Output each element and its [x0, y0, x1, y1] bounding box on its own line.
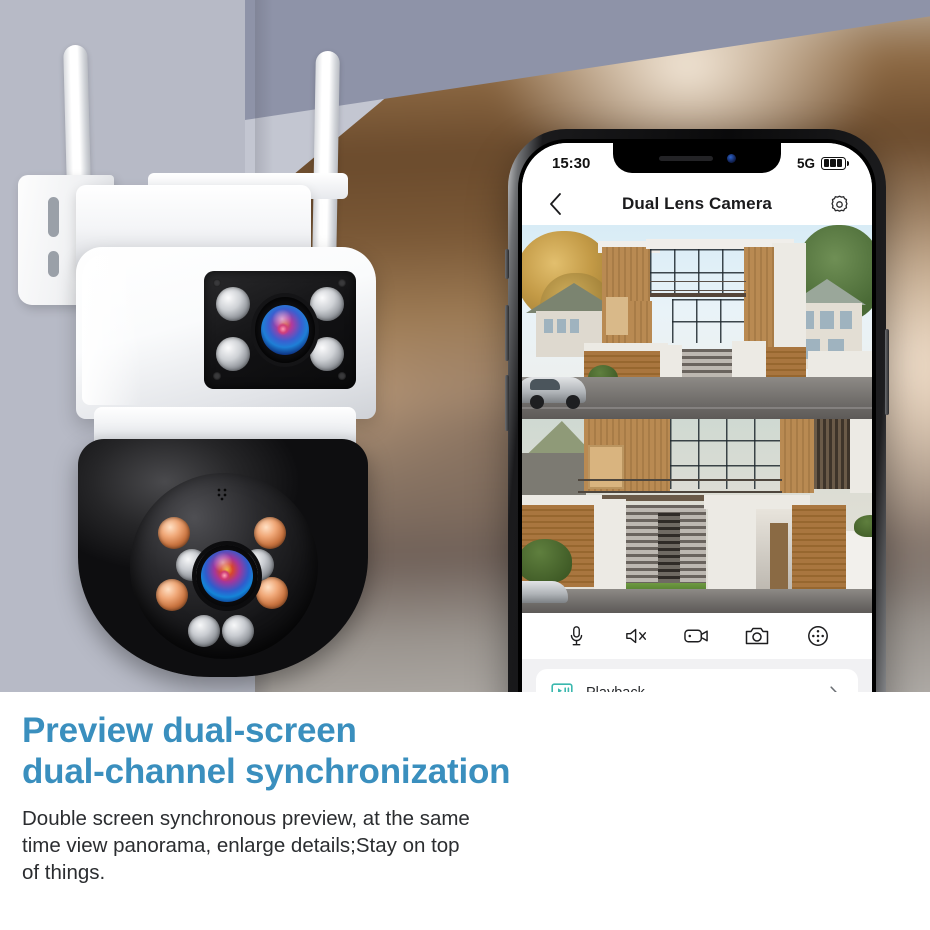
chevron-left-icon[interactable]: [540, 189, 570, 219]
network-label: 5G: [796, 155, 815, 171]
amber-ir-led: [254, 517, 286, 549]
bracket-slot: [48, 251, 59, 277]
amber-ir-led: [156, 579, 188, 611]
earpiece-speaker-icon: [658, 155, 713, 161]
lower-lens-glass: [201, 550, 253, 602]
video-record-icon[interactable]: [680, 619, 714, 653]
feature-menu-list: Playback Light al: [522, 659, 872, 692]
ir-led: [310, 337, 344, 371]
amber-ir-led: [158, 517, 190, 549]
battery-icon: [821, 156, 849, 170]
ir-led: [216, 337, 250, 371]
menu-item-label: Playback: [586, 685, 830, 692]
white-led: [222, 615, 254, 647]
driveway-ground: [522, 589, 872, 613]
front-door: [770, 523, 788, 589]
microphone-grille-icon: [216, 487, 232, 501]
headline: Preview dual-screen dual-channel synchro…: [22, 710, 908, 793]
phone-volume-up-button[interactable]: [505, 305, 509, 361]
camera-upper-housing: [76, 247, 376, 419]
car-wheel: [566, 395, 580, 409]
product-camera: [18, 35, 438, 677]
house-wood-panel: [744, 247, 774, 355]
phone-mockup: 15:30 5G Dual Lens Camera: [505, 129, 889, 692]
body-line-1: Double screen synchronous preview, at th…: [22, 806, 470, 830]
ptz-ball: [130, 473, 318, 659]
car-window: [530, 379, 560, 390]
video-feed-top[interactable]: [522, 225, 872, 419]
balcony-railing: [578, 479, 782, 493]
house-louvre-screen: [814, 419, 850, 489]
balcony-railing: [650, 281, 746, 291]
balcony-slab: [650, 293, 746, 297]
car-wheel: [530, 395, 544, 409]
phone-screen: 15:30 5G Dual Lens Camera: [522, 143, 872, 692]
menu-item-playback[interactable]: Playback: [536, 669, 858, 692]
front-wood-fence: [792, 505, 846, 591]
video-feed-bottom[interactable]: [522, 419, 872, 613]
upper-camera-lens: [255, 297, 315, 363]
front-pillar: [708, 507, 756, 591]
phone-notch: [613, 143, 781, 173]
bush: [522, 539, 572, 583]
house-white-wall: [850, 419, 872, 493]
ir-led: [310, 287, 344, 321]
speaker-mute-icon[interactable]: [620, 619, 654, 653]
upper-lens-glass: [261, 305, 309, 355]
microphone-icon[interactable]: [559, 619, 593, 653]
white-led: [188, 615, 220, 647]
upper-lens-panel: [204, 271, 356, 389]
front-wall-cap: [584, 343, 668, 351]
gate-center-panel: [658, 513, 680, 585]
panel-screw: [338, 372, 346, 380]
gear-icon[interactable]: [824, 189, 854, 219]
panel-screw: [338, 279, 346, 287]
status-time: 15:30: [552, 154, 591, 172]
front-wall-cap: [522, 495, 602, 505]
parked-car: [522, 581, 568, 603]
lower-camera-lens: [196, 545, 258, 607]
house-door-upper: [606, 297, 628, 335]
status-right-group: 5G: [796, 155, 849, 171]
house-wood-panel: [780, 419, 814, 493]
phone-volume-down-button[interactable]: [505, 375, 509, 431]
planter-bush: [854, 515, 872, 537]
camera-snapshot-icon[interactable]: [740, 619, 774, 653]
app-header: Dual Lens Camera: [522, 183, 872, 225]
panel-screw: [213, 279, 221, 287]
phone-bezel: 15:30 5G Dual Lens Camera: [518, 139, 876, 692]
page-title: Dual Lens Camera: [622, 194, 772, 213]
phone-power-button[interactable]: [885, 329, 889, 415]
ptz-direction-icon[interactable]: [801, 619, 835, 653]
antenna-right-icon: [312, 50, 340, 270]
house-window-lower: [672, 299, 744, 343]
body-line-3: of things.: [22, 860, 106, 884]
ir-led: [216, 287, 250, 321]
body-line-2: time view panorama, enlarge details;Stay…: [22, 833, 460, 857]
neighbor-wall: [522, 453, 586, 497]
panel-screw: [213, 372, 221, 380]
planter-box: [846, 531, 872, 589]
marketing-text-block: Preview dual-screen dual-channel synchro…: [0, 692, 930, 930]
phone-mute-switch[interactable]: [505, 249, 509, 279]
house-white-wall: [772, 243, 806, 355]
front-camera-icon: [726, 153, 736, 163]
front-pillar: [594, 499, 626, 591]
bracket-slot: [48, 197, 59, 237]
camera-control-bar: [522, 613, 872, 659]
hero-background-scene: 15:30 5G Dual Lens Camera: [0, 0, 930, 692]
house-wood-panel: [630, 301, 652, 345]
body-text: Double screen synchronous preview, at th…: [22, 805, 908, 886]
playback-icon: [550, 681, 574, 692]
headline-line-1: Preview dual-screen: [22, 711, 357, 750]
amber-ir-led: [256, 577, 288, 609]
camera-ptz-dome: [78, 439, 368, 677]
headline-line-2: dual-channel synchronization: [22, 752, 511, 792]
